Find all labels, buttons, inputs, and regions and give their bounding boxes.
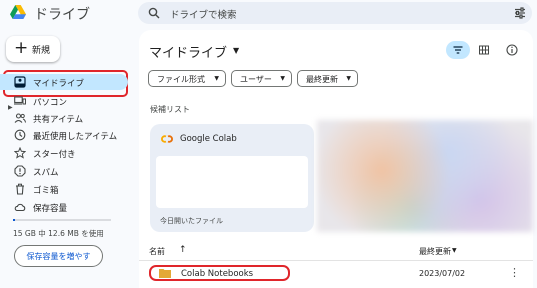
app-title: ドライブ — [34, 7, 90, 23]
sidebar-item-label: スター付き — [33, 150, 76, 160]
sidebar-item-storage[interactable]: 保存容量 — [0, 199, 128, 215]
spam-icon — [14, 165, 26, 177]
clock-icon — [14, 129, 26, 141]
sidebar-item-starred[interactable]: スター付き — [0, 145, 128, 161]
grid-view-icon[interactable] — [479, 45, 489, 55]
sidebar-item-trash[interactable]: ゴミ箱 — [0, 181, 128, 197]
column-header-name[interactable]: 名前 — [149, 246, 165, 257]
sidebar-item-spam[interactable]: スパム — [0, 163, 128, 179]
new-button[interactable]: + 新規 — [6, 36, 60, 62]
filter-file-type[interactable]: ファイル形式 ▼ — [148, 70, 226, 87]
card-title: Google Colab — [180, 134, 237, 144]
filter-modified[interactable]: 最終更新 ▼ — [297, 70, 358, 87]
storage-bar-fill — [13, 219, 15, 221]
storage-bar — [13, 219, 111, 221]
get-more-storage-button[interactable]: 保存容量を増やす — [14, 245, 103, 267]
sidebar-item-label: 保存容量 — [33, 204, 68, 214]
sidebar-item-label: 最近使用したアイテム — [33, 132, 118, 142]
sort-arrow-up-icon[interactable]: ↑ — [179, 245, 187, 255]
sidebar-item-computers[interactable]: パソコン — [0, 93, 128, 109]
chevron-down-icon: ▼ — [214, 75, 219, 82]
search-options-icon[interactable] — [514, 7, 526, 19]
search-icon[interactable] — [148, 7, 160, 19]
chevron-down-icon[interactable]: ▼ — [233, 46, 239, 55]
colab-icon — [161, 135, 173, 143]
list-view-toggle[interactable] — [446, 41, 470, 59]
plus-icon: + — [14, 38, 29, 58]
page-title[interactable]: マイドライブ — [149, 42, 227, 61]
sidebar-item-recent[interactable]: 最近使用したアイテム — [0, 127, 128, 143]
sidebar-item-label: スパム — [33, 168, 59, 178]
sidebar-item-label: 共有アイテム — [33, 115, 84, 125]
chevron-down-icon: ▼ — [346, 75, 351, 82]
card-thumbnail — [156, 156, 308, 208]
filter-list-icon — [453, 46, 463, 54]
file-name[interactable]: Colab Notebooks — [181, 269, 253, 279]
search-input[interactable]: ドライブで検索 — [170, 7, 237, 21]
card-reason: 今日開いたファイル — [160, 217, 223, 225]
column-header-modified[interactable]: 最終更新 — [419, 246, 451, 257]
computers-icon — [14, 96, 26, 105]
shared-icon — [14, 113, 26, 123]
file-modified: 2023/07/02 — [419, 269, 466, 278]
sidebar-item-label: ゴミ箱 — [33, 186, 59, 196]
info-icon[interactable] — [506, 44, 518, 56]
my-drive-icon — [14, 76, 26, 88]
folder-icon — [159, 269, 171, 278]
star-icon — [14, 147, 26, 159]
storage-usage-text: 15 GB 中 12.6 MB を使用 — [13, 229, 104, 238]
sidebar-item-label: パソコン — [33, 98, 68, 108]
chevron-down-icon[interactable]: ▼ — [452, 247, 457, 254]
cloud-icon — [14, 203, 26, 212]
filter-label: ユーザー — [240, 75, 272, 84]
trash-icon — [16, 183, 24, 195]
search-bar[interactable]: ドライブで検索 — [138, 2, 532, 24]
suggested-file-card[interactable]: Google Colab 今日開いたファイル — [150, 124, 314, 232]
filter-label: ファイル形式 — [157, 75, 205, 84]
sidebar-item-shared[interactable]: 共有アイテム — [0, 110, 128, 126]
blurred-suggestion-area — [317, 120, 533, 232]
drive-logo-icon[interactable] — [10, 5, 26, 19]
chevron-down-icon: ▼ — [280, 75, 285, 82]
suggested-heading: 候補リスト — [150, 105, 190, 114]
main-panel: マイドライブ ▼ ファイル形式 ▼ ユーザー ▼ 最終更新 ▼ 候補リスト Go… — [139, 30, 533, 288]
sidebar-item-label: マイドライブ — [33, 79, 85, 89]
new-button-label: 新規 — [32, 46, 51, 56]
more-actions-icon[interactable]: ⋮ — [509, 266, 520, 279]
get-more-storage-label: 保存容量を増やす — [26, 252, 91, 261]
filter-people[interactable]: ユーザー ▼ — [231, 70, 292, 87]
sidebar-item-my-drive[interactable]: マイドライブ — [0, 74, 128, 90]
filter-label: 最終更新 — [306, 75, 338, 84]
divider — [139, 260, 533, 261]
